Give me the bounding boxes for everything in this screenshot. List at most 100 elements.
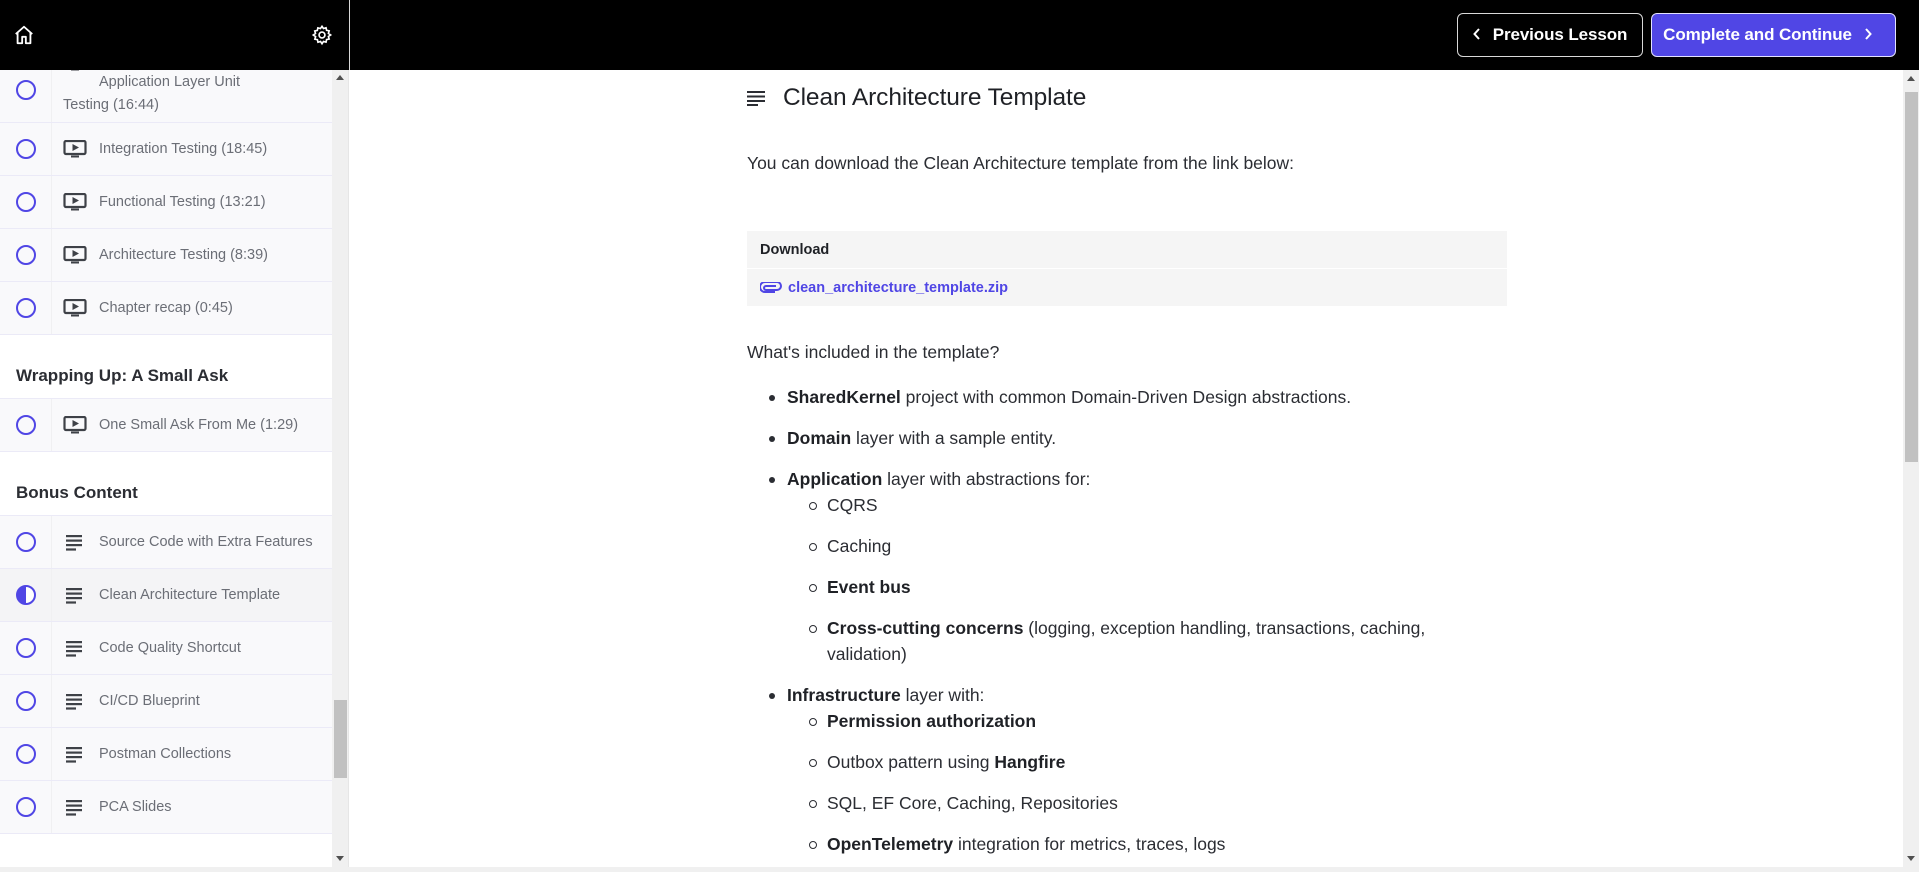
progress-circle-icon[interactable] <box>16 79 36 100</box>
lesson-item[interactable]: Clean Architecture Template <box>0 569 332 622</box>
download-file-link[interactable]: clean_architecture_template.zip <box>747 269 1507 306</box>
lesson-item-label: Application Layer Unit Testing (16:44) <box>63 74 241 113</box>
horizontal-scrollbar-track <box>0 867 1919 872</box>
intro-text: You can download the Clean Architecture … <box>747 153 1295 173</box>
scroll-up-arrow-icon[interactable] <box>336 75 344 80</box>
lesson-item[interactable]: Functional Testing (13:21) <box>0 176 332 229</box>
feature-sublist: Permission authorization Outbox pattern u… <box>787 708 1507 857</box>
previous-lesson-button[interactable]: Previous Lesson <box>1457 13 1643 57</box>
included-heading: What's included in the template? <box>747 342 1000 362</box>
feature-subitem: Event bus <box>787 574 1507 600</box>
lesson-status[interactable] <box>0 229 52 281</box>
lesson-status[interactable] <box>0 123 52 175</box>
lesson-item[interactable]: Source Code with Extra Features <box>0 516 332 569</box>
home-button[interactable] <box>11 22 37 48</box>
lesson-item[interactable]: Integration Testing (18:45) <box>0 123 332 176</box>
subitem-name: Cross-cutting concerns <box>827 618 1024 638</box>
progress-circle-icon[interactable] <box>16 415 36 435</box>
previous-lesson-label: Previous Lesson <box>1492 25 1628 44</box>
lesson-status[interactable] <box>0 728 52 780</box>
home-icon <box>15 25 33 45</box>
feature-subitem: Permission authorization <box>787 708 1507 734</box>
header-divider <box>349 0 350 70</box>
lesson-item[interactable]: Postman Collections <box>0 728 332 781</box>
lesson-status[interactable] <box>0 176 52 228</box>
download-box: Download clean_architecture_template.zip <box>747 231 1507 306</box>
feature-item: SharedKernel project with common Domain-… <box>747 384 1507 410</box>
feature-description: layer with a sample entity. <box>851 428 1057 448</box>
text-icon <box>63 586 87 604</box>
progress-circle-icon[interactable] <box>16 532 36 552</box>
lesson-status[interactable] <box>0 622 52 674</box>
lesson-item[interactable]: CI/CD Blueprint <box>0 675 332 728</box>
scroll-up-arrow-icon[interactable] <box>1907 76 1915 81</box>
feature-item: Infrastructure layer with: Permission aut… <box>747 682 1507 857</box>
feature-subitem: Outbox pattern using Hangfire <box>787 749 1507 775</box>
lesson-status[interactable] <box>0 675 52 727</box>
progress-circle-icon[interactable] <box>16 797 36 817</box>
lesson-item[interactable]: Architecture Testing (8:39) <box>0 229 332 282</box>
lesson-item-label: CI/CD Blueprint <box>99 693 200 709</box>
feature-description: layer with: <box>900 685 985 705</box>
feature-list: SharedKernel project with common Domain-… <box>747 384 1507 867</box>
lesson-item[interactable]: Code Quality Shortcut <box>0 622 332 675</box>
gear-icon <box>311 24 333 46</box>
subitem-description: integration for metrics, traces, logs <box>953 834 1226 854</box>
lesson-status[interactable] <box>0 516 52 568</box>
lesson-header: Clean Architecture Template <box>747 84 1086 112</box>
progress-half-circle-icon[interactable] <box>16 585 36 605</box>
feature-subitem: Caching <box>787 533 1507 559</box>
chevron-left-icon <box>1472 27 1481 44</box>
sidebar-scrollbar-thumb[interactable] <box>334 700 347 778</box>
progress-circle-icon[interactable] <box>16 139 36 159</box>
chevron-right-icon <box>1864 27 1872 44</box>
lesson-item[interactable]: PCA Slides <box>0 781 332 834</box>
feature-description: layer with abstractions for: <box>882 469 1091 489</box>
text-icon <box>63 533 87 551</box>
subitem-description: Caching <box>827 536 892 556</box>
main-scrollbar[interactable] <box>1903 70 1919 867</box>
main-scrollbar-thumb[interactable] <box>1905 92 1918 462</box>
feature-sublist: CQRS Caching Event bus Cross-cutting concer… <box>787 492 1507 667</box>
subitem-name: Hangfire <box>994 752 1066 772</box>
lesson-item-label: Source Code with Extra Features <box>99 534 313 550</box>
feature-name: Domain <box>787 428 852 448</box>
progress-circle-icon[interactable] <box>16 744 36 764</box>
video-icon <box>63 298 87 317</box>
lesson-item-label: Chapter recap (0:45) <box>99 300 233 316</box>
progress-circle-icon[interactable] <box>16 245 36 265</box>
paperclip-icon <box>760 281 782 293</box>
progress-circle-icon[interactable] <box>16 192 36 212</box>
settings-button[interactable] <box>309 22 335 48</box>
lesson-item[interactable]: Chapter recap (0:45) <box>0 282 332 335</box>
feature-name: Infrastructure <box>787 685 901 705</box>
lesson-status[interactable] <box>0 781 52 833</box>
lesson-item-label: Functional Testing (13:21) <box>99 194 266 210</box>
lesson-item-label: Integration Testing (18:45) <box>99 141 268 157</box>
lesson-status[interactable] <box>0 569 52 621</box>
sidebar-scrollbar[interactable] <box>332 70 348 867</box>
section-title: Wrapping Up: A Small Ask <box>16 366 229 385</box>
lesson-status[interactable] <box>0 399 52 451</box>
feature-subitem: CQRS <box>787 492 1507 518</box>
scroll-down-arrow-icon[interactable] <box>1907 856 1915 861</box>
feature-item: Domain layer with a sample entity. <box>747 425 1507 451</box>
section-header: Wrapping Up: A Small Ask <box>0 335 332 399</box>
top-bar: Previous Lesson Complete and Continue <box>0 0 1919 70</box>
feature-item: Application layer with abstractions for:… <box>747 466 1507 667</box>
lesson-item[interactable]: Application Layer Unit Testing (16:44) <box>0 70 332 123</box>
complete-and-continue-button[interactable]: Complete and Continue <box>1651 13 1896 57</box>
progress-circle-icon[interactable] <box>16 638 36 658</box>
lesson-status[interactable] <box>0 70 52 122</box>
progress-circle-icon[interactable] <box>16 691 36 711</box>
lesson-item[interactable]: One Small Ask From Me (1:29) <box>0 399 332 452</box>
video-icon <box>63 415 87 434</box>
lesson-status[interactable] <box>0 282 52 334</box>
progress-circle-icon[interactable] <box>16 298 36 318</box>
subitem-description: SQL, EF Core, Caching, Repositories <box>827 793 1118 813</box>
scroll-down-arrow-icon[interactable] <box>336 856 344 861</box>
lesson-item-label: Postman Collections <box>99 746 232 762</box>
feature-description: project with common Domain-Driven Design… <box>900 387 1352 407</box>
lesson-item-label: PCA Slides <box>99 799 172 815</box>
text-icon <box>747 91 765 106</box>
